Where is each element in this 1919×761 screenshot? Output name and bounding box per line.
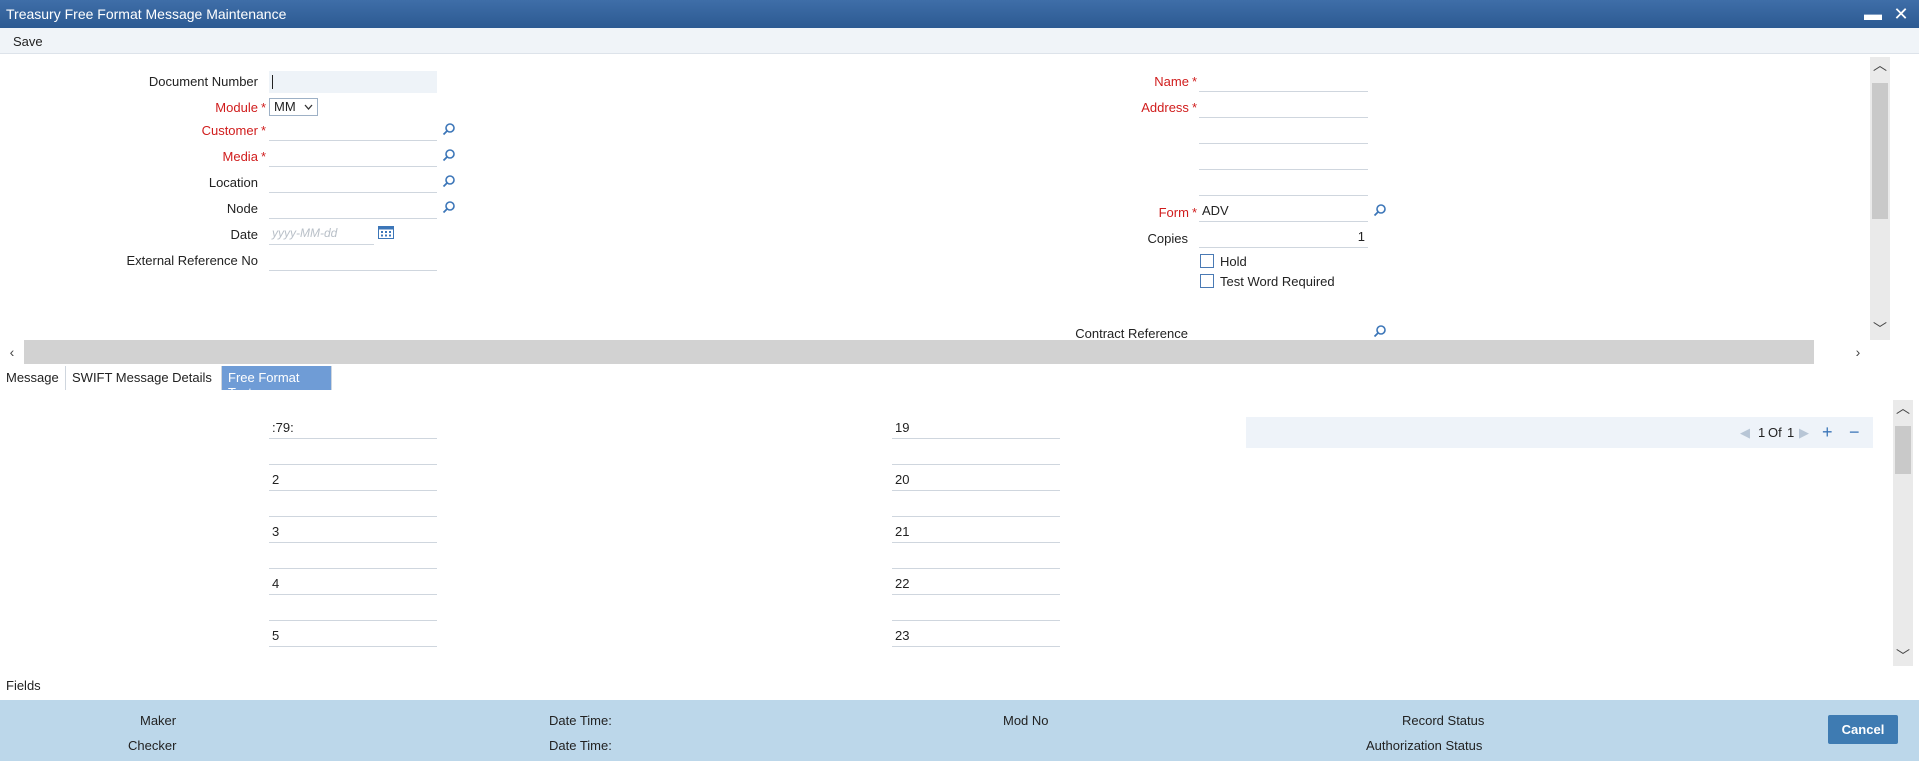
copies-input[interactable]: 1 — [1199, 226, 1368, 248]
calendar-icon[interactable] — [378, 225, 394, 239]
name-label: Name * — [1154, 74, 1197, 89]
customer-search-icon[interactable] — [442, 122, 456, 136]
location-search-icon[interactable] — [442, 174, 456, 188]
add-row-icon[interactable]: + — [1822, 422, 1833, 443]
node-input[interactable] — [269, 197, 437, 219]
header-vertical-scrollbar[interactable]: ︿ ﹀ — [1870, 57, 1890, 340]
scroll-right-icon[interactable]: › — [1850, 344, 1866, 360]
ff-left-line-7[interactable]: 4 — [269, 573, 437, 595]
contract-reference-search-icon[interactable] — [1373, 324, 1387, 338]
test-word-checkbox[interactable] — [1200, 274, 1214, 288]
close-icon[interactable]: ✕ — [1890, 3, 1912, 25]
scroll-down-icon[interactable]: ﹀ — [1872, 321, 1888, 337]
test-word-label: Test Word Required — [1220, 274, 1335, 289]
maker-label: Maker — [140, 713, 177, 728]
address-line-3[interactable] — [1199, 148, 1368, 170]
ff-right-line-2[interactable] — [892, 443, 1060, 465]
node-search-icon[interactable] — [442, 200, 456, 214]
next-page-icon[interactable]: ▶ — [1799, 425, 1809, 441]
scroll-up-icon[interactable]: ︿ — [1872, 57, 1888, 73]
record-status-label: Record Status — [1402, 713, 1485, 728]
form-search-icon[interactable] — [1373, 203, 1387, 217]
copies-label: Copies — [1147, 231, 1188, 246]
media-label: Media * — [222, 149, 266, 164]
name-input[interactable] — [1199, 70, 1368, 92]
page-of-label: Of — [1768, 425, 1782, 440]
previous-page-icon[interactable]: ◀ — [1740, 425, 1750, 441]
detail-scroll-thumb[interactable] — [1895, 426, 1911, 474]
ff-right-line-9[interactable]: 23 — [892, 625, 1060, 647]
ff-right-line-4[interactable] — [892, 495, 1060, 517]
ff-left-line-6[interactable] — [269, 547, 437, 569]
node-label: Node — [226, 201, 258, 216]
ff-left-line-5[interactable]: 3 — [269, 521, 437, 543]
hold-checkbox[interactable] — [1200, 254, 1214, 268]
location-label: Location — [208, 175, 258, 190]
address-label: Address * — [1141, 100, 1197, 115]
ff-right-line-6[interactable] — [892, 547, 1060, 569]
address-line-1[interactable] — [1199, 96, 1368, 118]
address-line-4[interactable] — [1199, 174, 1368, 196]
window-title: Treasury Free Format Message Maintenance — [6, 6, 287, 22]
ff-left-line-3[interactable]: 2 — [269, 469, 437, 491]
external-reference-input[interactable] — [269, 249, 437, 271]
customer-label: Customer * — [201, 123, 266, 138]
tab-message[interactable]: Message — [0, 366, 66, 390]
detail-scroll-up-icon[interactable]: ︿ — [1895, 400, 1911, 416]
page-total: 1 — [1787, 425, 1795, 440]
date-input[interactable]: yyyy-MM-dd — [269, 223, 374, 245]
date-label: Date — [230, 227, 258, 242]
cancel-button[interactable]: Cancel — [1828, 715, 1898, 744]
module-label: Module * — [215, 100, 266, 115]
maker-date-time-label: Date Time: — [549, 713, 612, 728]
authorization-status-label: Authorization Status — [1366, 738, 1483, 753]
media-input[interactable] — [269, 145, 437, 167]
document-number-input[interactable] — [269, 71, 437, 93]
ff-left-line-9[interactable]: 5 — [269, 625, 437, 647]
horizontal-scroll-thumb[interactable] — [24, 340, 1814, 364]
tab-free-format-text[interactable]: Free Format Text — [222, 366, 332, 400]
chevron-down-icon — [304, 104, 313, 110]
ff-left-line-2[interactable] — [269, 443, 437, 465]
document-number-label: Document Number — [148, 74, 258, 89]
ff-left-line-8[interactable] — [269, 599, 437, 621]
minimize-icon[interactable]: ▬ — [1862, 3, 1884, 25]
ff-right-line-3[interactable]: 20 — [892, 469, 1060, 491]
fields-button[interactable]: Fields — [6, 678, 41, 693]
scroll-left-icon[interactable]: ‹ — [4, 344, 20, 360]
external-reference-label: External Reference No — [126, 253, 258, 268]
form-input[interactable]: ADV — [1199, 200, 1368, 222]
form-label: Form * — [1158, 205, 1197, 220]
toolbar: Save — [0, 28, 1919, 54]
remove-row-icon[interactable]: − — [1849, 422, 1860, 443]
header-horizontal-scrollbar[interactable]: ‹ › — [0, 340, 1919, 364]
ff-right-line-8[interactable] — [892, 599, 1060, 621]
mod-no-label: Mod No — [1003, 713, 1049, 728]
module-select[interactable]: MM — [269, 98, 318, 116]
text-cursor — [272, 75, 273, 89]
tab-swift-message-details[interactable]: SWIFT Message Details — [66, 366, 222, 390]
contract-reference-label: Contract Reference — [1075, 326, 1188, 341]
ff-right-line-1[interactable]: 19 — [892, 417, 1060, 439]
hold-label: Hold — [1220, 254, 1247, 269]
address-line-2[interactable] — [1199, 122, 1368, 144]
pagination-bar: ◀ 1 Of 1 ▶ + − — [1246, 417, 1873, 448]
detail-vertical-scrollbar[interactable]: ︿ ﹀ — [1893, 400, 1913, 666]
fields-bar: Fields — [0, 672, 1919, 700]
media-search-icon[interactable] — [442, 148, 456, 162]
save-button[interactable]: Save — [13, 34, 43, 49]
checker-date-time-label: Date Time: — [549, 738, 612, 753]
ff-right-line-5[interactable]: 21 — [892, 521, 1060, 543]
title-bar: Treasury Free Format Message Maintenance… — [0, 0, 1919, 28]
location-input[interactable] — [269, 171, 437, 193]
ff-left-line-4[interactable] — [269, 495, 437, 517]
ff-left-line-1[interactable]: :79: — [269, 417, 437, 439]
scroll-thumb[interactable] — [1872, 83, 1888, 219]
page-current: 1 — [1758, 425, 1766, 440]
detail-scroll-down-icon[interactable]: ﹀ — [1895, 648, 1911, 664]
audit-footer: Maker Checker Date Time: Date Time: Mod … — [0, 700, 1919, 761]
customer-input[interactable] — [269, 119, 437, 141]
checker-label: Checker — [128, 738, 177, 753]
ff-right-line-7[interactable]: 22 — [892, 573, 1060, 595]
